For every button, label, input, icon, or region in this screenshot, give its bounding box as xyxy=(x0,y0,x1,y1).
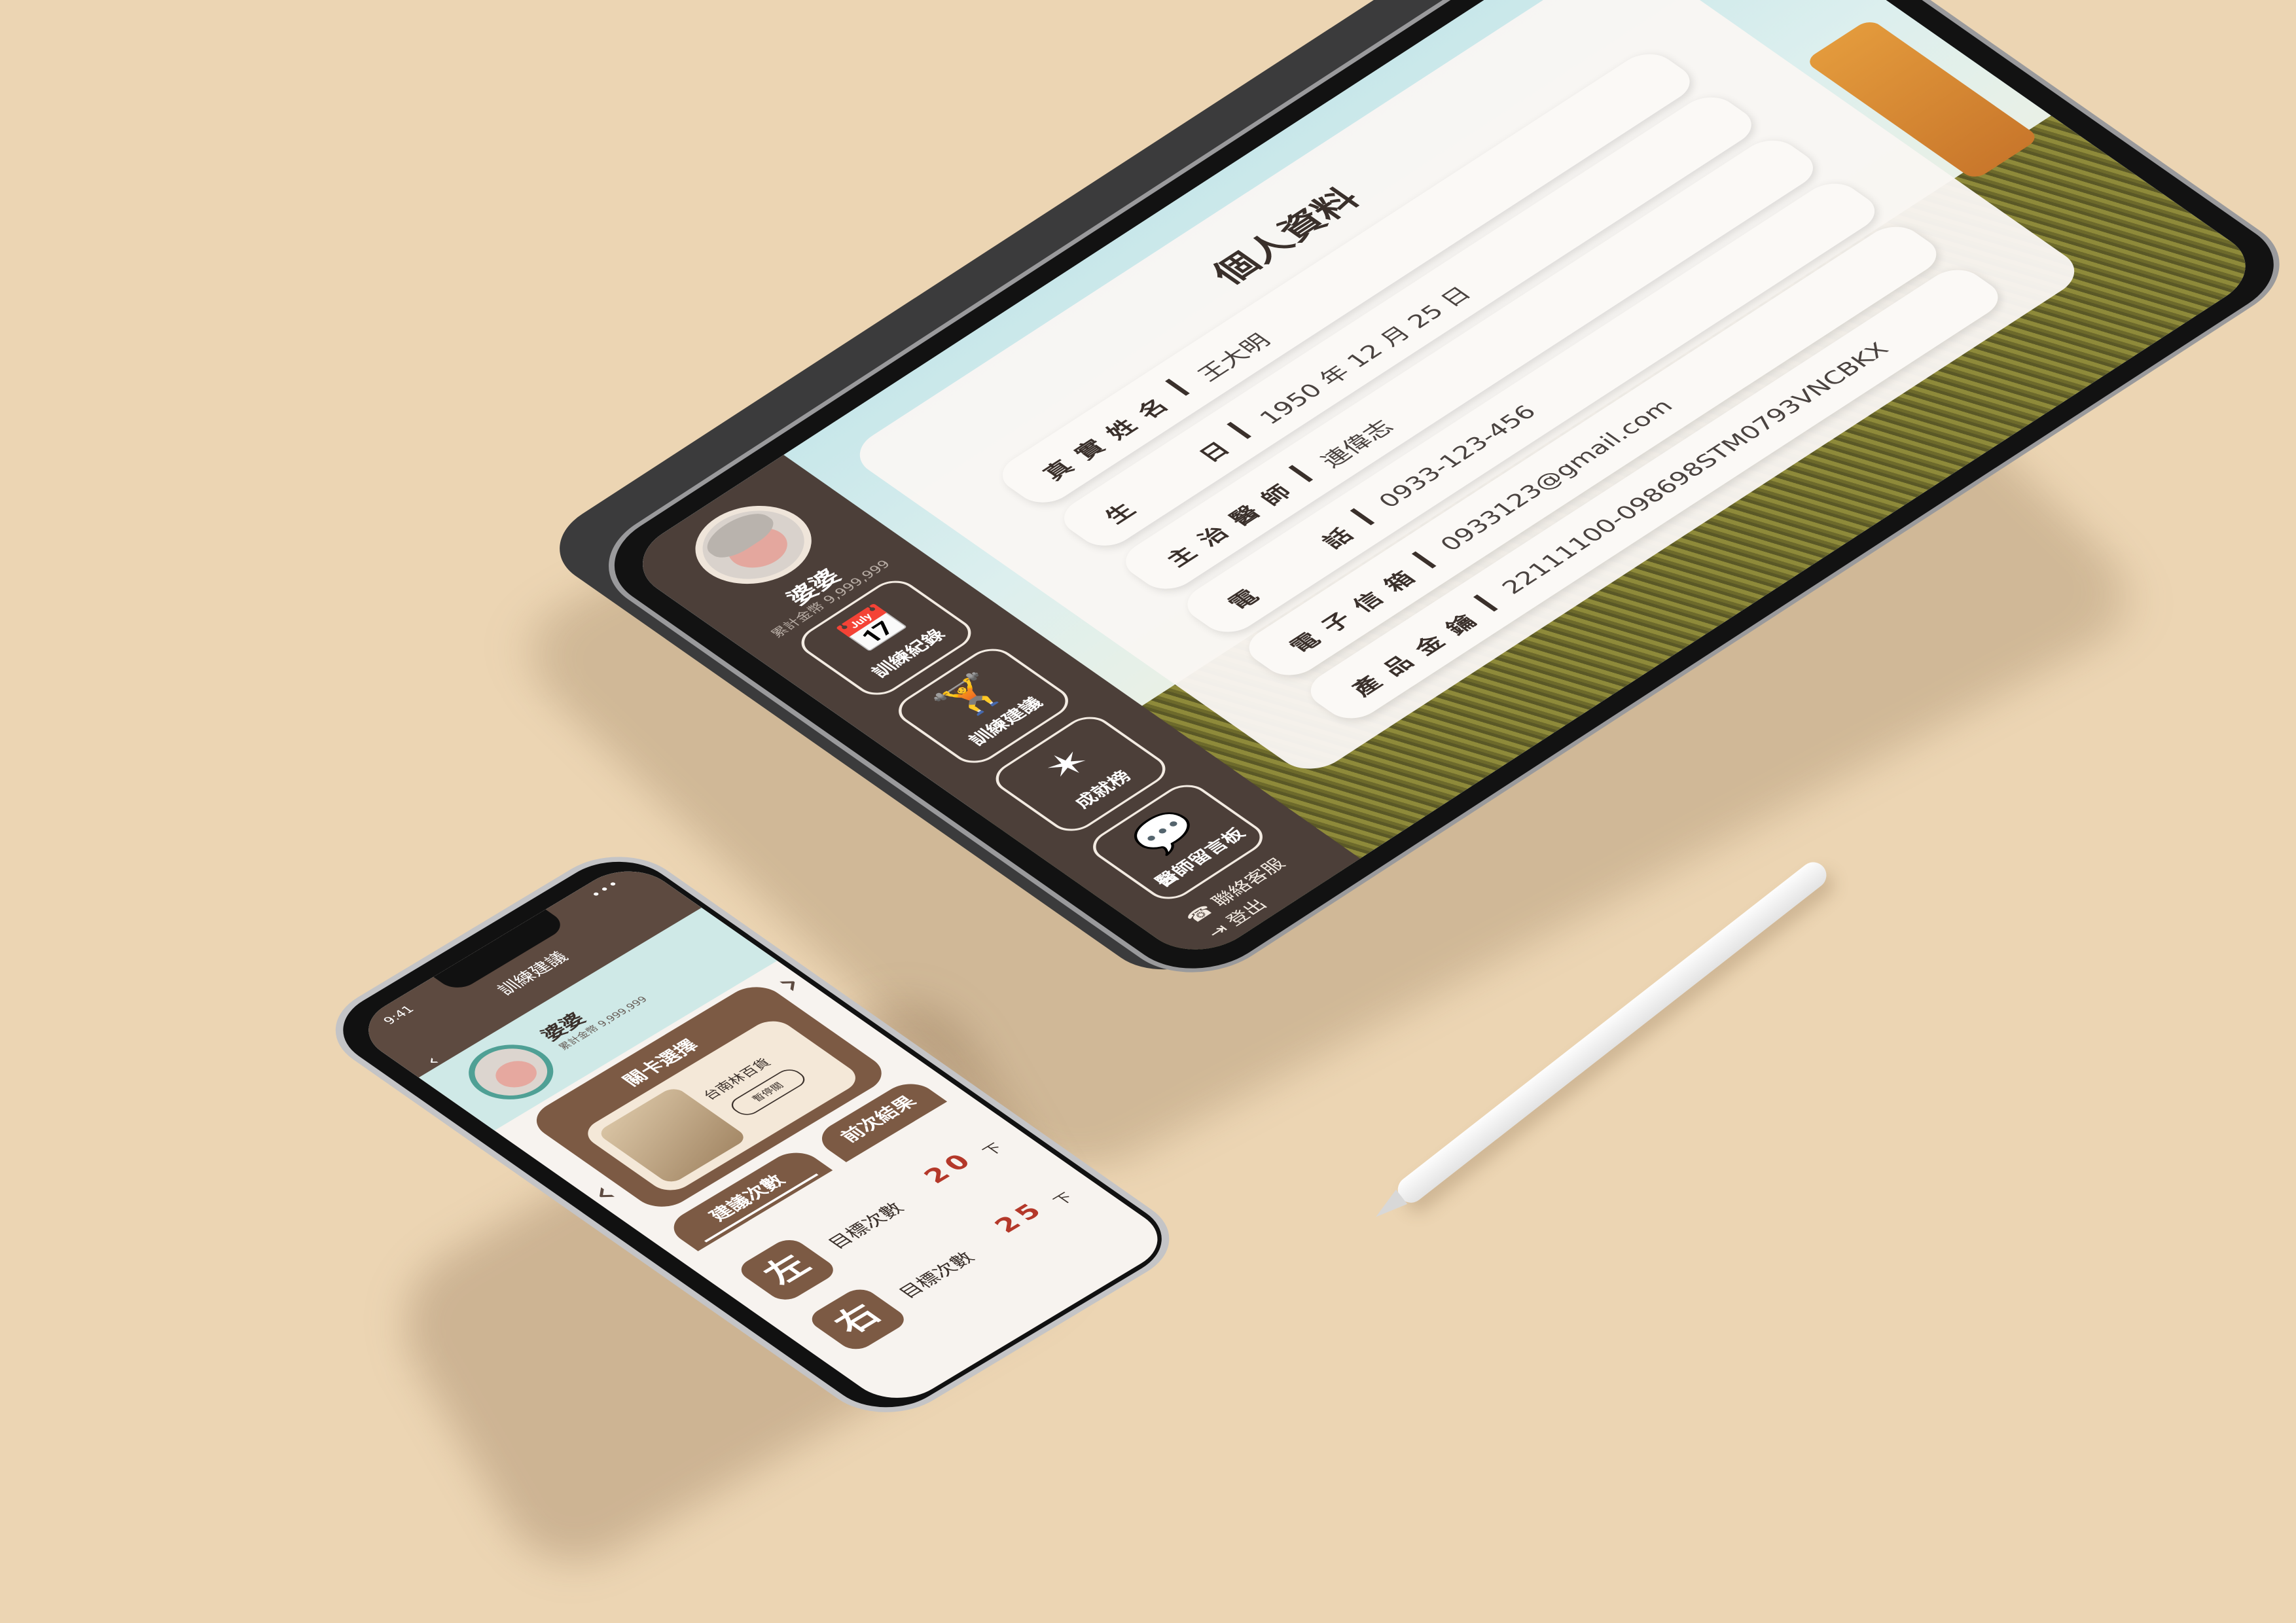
status-indicators: ••• xyxy=(586,877,625,902)
divider xyxy=(1288,465,1314,482)
left-target-label: 目標次數 xyxy=(823,1199,909,1253)
field-value: 王大明 xyxy=(1192,330,1276,385)
divider xyxy=(1227,421,1252,439)
back-chevron-icon[interactable]: ‹ xyxy=(420,1053,444,1069)
left-target-count: 20 xyxy=(918,1147,982,1188)
left-side-badge: 左 xyxy=(734,1235,841,1305)
divider xyxy=(1411,551,1437,569)
field-value: 連偉志 xyxy=(1315,416,1399,472)
divider xyxy=(1473,594,1498,612)
avatar-hair xyxy=(696,506,782,563)
right-side-badge: 右 xyxy=(804,1285,912,1354)
left-target-unit: 下 xyxy=(978,1140,1007,1159)
status-time: 9:41 xyxy=(380,1003,418,1027)
divider xyxy=(1350,508,1375,526)
right-target-label: 目標次數 xyxy=(894,1249,980,1302)
right-target-unit: 下 xyxy=(1049,1190,1077,1208)
divider xyxy=(1165,378,1190,396)
stylus-tip xyxy=(1370,1189,1408,1224)
right-target-count: 25 xyxy=(988,1196,1052,1238)
